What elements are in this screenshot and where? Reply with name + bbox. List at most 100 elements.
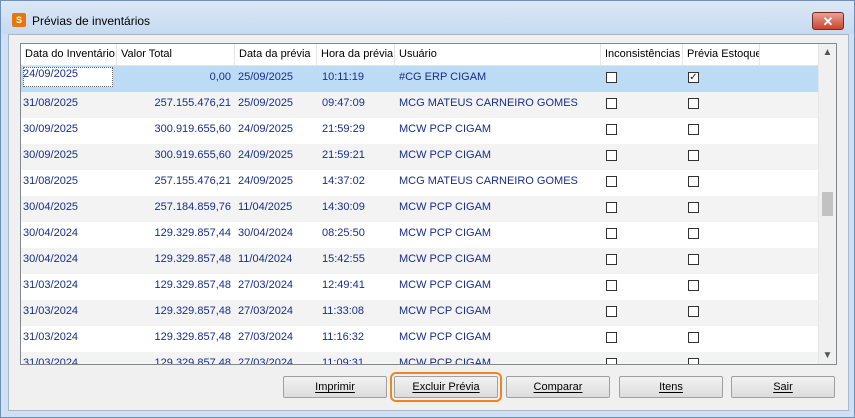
table-row[interactable]: 24/09/2025 0,00 25/09/2025 10:11:19 #CG ERP … xyxy=(21,66,818,92)
inconsistencias-checkbox[interactable] xyxy=(606,254,617,265)
inconsistencias-checkbox[interactable] xyxy=(606,176,617,187)
cell-valor-total: 257.155.476,21 xyxy=(154,97,231,109)
cell-usuario: MCW PCP CIGAM xyxy=(399,227,492,239)
table-row[interactable]: 31/03/2024 129.329.857,48 27/03/2024 12:49:… xyxy=(21,274,818,300)
inconsistencias-checkbox[interactable] xyxy=(606,202,617,213)
column-header-data-previa[interactable]: Data da prévia xyxy=(235,44,317,65)
cell-data-previa: 11/04/2025 xyxy=(238,201,293,213)
column-header-previa-estoque[interactable]: Prévia Estoque xyxy=(683,44,760,65)
cell-data-previa: 24/09/2025 xyxy=(238,175,294,187)
cell-data-previa: 25/09/2025 xyxy=(238,97,294,109)
table-row[interactable]: 30/09/2025 300.919.655,60 24/09/2025 21:59:… xyxy=(21,144,818,170)
cell-usuario: MCG MATEUS CARNEIRO GOMES xyxy=(399,175,578,187)
table-row[interactable]: 31/03/2024 129.329.857,48 27/03/2024 11:16:… xyxy=(21,326,818,352)
previa-estoque-checkbox[interactable] xyxy=(688,228,699,239)
previa-estoque-checkbox[interactable] xyxy=(688,254,699,265)
inconsistencias-checkbox[interactable] xyxy=(606,228,617,239)
cell-data-inventario: 31/08/2025 xyxy=(23,175,79,187)
cell-data-previa: 27/03/2024 xyxy=(238,331,294,343)
inconsistencias-checkbox[interactable] xyxy=(606,358,617,364)
table-row[interactable]: 31/08/2025 257.155.476,21 24/09/2025 14:37:… xyxy=(21,170,818,196)
inconsistencias-checkbox[interactable] xyxy=(606,98,617,109)
previa-estoque-checkbox[interactable] xyxy=(688,176,699,187)
table-row[interactable]: 30/09/2025 300.919.655,60 24/09/2025 21:59:… xyxy=(21,118,818,144)
table-row[interactable]: 31/03/2024 129.329.857,48 27/03/2024 11:09:… xyxy=(21,352,818,365)
imprimir-button[interactable]: Imprimir xyxy=(283,376,387,398)
cell-valor-total: 129.329.857,48 xyxy=(154,305,231,317)
grid-header: Data do Inventário Valor Total Data da p… xyxy=(21,44,818,66)
sair-button[interactable]: Sair xyxy=(731,376,835,398)
vertical-scrollbar[interactable]: ▲ ▼ xyxy=(818,44,836,364)
inconsistencias-checkbox[interactable] xyxy=(606,280,617,291)
inconsistencias-checkbox[interactable] xyxy=(606,332,617,343)
cell-hora-previa: 08:25:50 xyxy=(322,227,365,239)
table-row[interactable]: 31/03/2024 129.329.857,48 27/03/2024 11:33:… xyxy=(21,300,818,326)
column-header-valor-total[interactable]: Valor Total xyxy=(117,44,235,65)
cell-data-previa: 27/03/2024 xyxy=(238,279,294,291)
cell-usuario: MCW PCP CIGAM xyxy=(399,123,492,135)
cell-data-inventario: 31/08/2025 xyxy=(23,97,79,109)
itens-button[interactable]: Itens xyxy=(619,376,723,398)
cell-valor-total: 129.329.857,48 xyxy=(154,253,231,265)
previa-estoque-checkbox[interactable] xyxy=(688,306,699,317)
comparar-button[interactable]: Comparar xyxy=(506,376,610,398)
previa-estoque-checkbox[interactable] xyxy=(688,124,699,135)
cell-data-inventario: 31/03/2024 xyxy=(23,305,79,317)
cell-hora-previa: 21:59:29 xyxy=(322,123,365,135)
cell-valor-total: 300.919.655,60 xyxy=(154,149,231,161)
column-header-inconsistencias[interactable]: Inconsistências xyxy=(601,44,683,65)
cell-valor-total: 129.329.857,48 xyxy=(154,331,231,343)
close-button[interactable]: ✕ xyxy=(812,12,844,30)
column-header-hora-previa[interactable]: Hora da prévia xyxy=(317,44,395,65)
cell-usuario: MCW PCP CIGAM xyxy=(399,279,492,291)
cell-data-inventario: 24/09/2025 xyxy=(23,68,79,80)
table-row[interactable]: 30/04/2024 129.329.857,44 30/04/2024 08:25:… xyxy=(21,222,818,248)
scrollbar-thumb[interactable] xyxy=(822,192,833,216)
previa-estoque-checkbox[interactable] xyxy=(688,150,699,161)
cell-hora-previa: 11:09:31 xyxy=(322,357,365,365)
table-row[interactable]: 31/08/2025 257.155.476,21 25/09/2025 09:47:… xyxy=(21,92,818,118)
inventory-previews-grid[interactable]: Data do Inventário Valor Total Data da p… xyxy=(20,43,837,365)
cell-hora-previa: 14:30:09 xyxy=(322,201,365,213)
excluir-previa-button[interactable]: Excluir Prévia xyxy=(390,372,502,402)
cell-data-inventario: 30/04/2025 xyxy=(23,201,79,213)
cell-valor-total: 300.919.655,60 xyxy=(154,123,231,135)
inconsistencias-checkbox[interactable] xyxy=(606,150,617,161)
cell-data-previa: 25/09/2025 xyxy=(238,71,294,83)
cell-usuario: MCW PCP CIGAM xyxy=(399,357,492,365)
table-row[interactable]: 30/04/2024 129.329.857,48 11/04/2024 15:42:… xyxy=(21,248,818,274)
cell-usuario: #CG ERP CIGAM xyxy=(399,71,487,83)
chevron-down-icon[interactable]: ▼ xyxy=(819,347,836,364)
cell-valor-total: 129.329.857,44 xyxy=(154,227,231,239)
dialog-client-area: Data do Inventário Valor Total Data da p… xyxy=(8,34,849,411)
previa-estoque-checkbox[interactable] xyxy=(688,332,699,343)
cell-usuario: MCW PCP CIGAM xyxy=(399,201,492,213)
table-row[interactable]: 30/04/2025 257.184.859,76 11/04/2025 14:30:… xyxy=(21,196,818,222)
cell-data-inventario: 31/03/2024 xyxy=(23,331,79,343)
cell-hora-previa: 11:33:08 xyxy=(322,305,365,317)
inconsistencias-checkbox[interactable] xyxy=(606,124,617,135)
cell-data-previa: 27/03/2024 xyxy=(238,357,294,365)
previa-estoque-checkbox[interactable] xyxy=(688,202,699,213)
column-header-data-inventario[interactable]: Data do Inventário xyxy=(21,44,117,65)
previa-estoque-checkbox[interactable] xyxy=(688,280,699,291)
chevron-up-icon[interactable]: ▲ xyxy=(819,44,836,61)
previa-estoque-checkbox[interactable] xyxy=(688,98,699,109)
inconsistencias-checkbox[interactable] xyxy=(606,306,617,317)
column-header-usuario[interactable]: Usuário xyxy=(395,44,601,65)
cell-hora-previa: 14:37:02 xyxy=(322,175,365,187)
inconsistencias-checkbox[interactable] xyxy=(606,72,617,83)
previa-estoque-checkbox[interactable] xyxy=(688,358,699,364)
cell-hora-previa: 21:59:21 xyxy=(322,149,365,161)
cell-usuario: MCG MATEUS CARNEIRO GOMES xyxy=(399,97,578,109)
cell-usuario: MCW PCP CIGAM xyxy=(399,253,492,265)
title-bar: S Prévias de inventários ✕ xyxy=(1,1,854,34)
cell-data-previa: 30/04/2024 xyxy=(238,227,294,239)
previa-estoque-checkbox[interactable]: ✓ xyxy=(688,72,699,83)
cell-data-previa: 24/09/2025 xyxy=(238,123,294,135)
cell-hora-previa: 10:11:19 xyxy=(322,71,365,83)
app-window: S Prévias de inventários ✕ Data do Inven… xyxy=(0,0,855,418)
cell-data-previa: 11/04/2024 xyxy=(238,253,293,265)
cell-valor-total: 129.329.857,48 xyxy=(154,357,231,365)
cell-valor-total: 257.155.476,21 xyxy=(154,175,231,187)
